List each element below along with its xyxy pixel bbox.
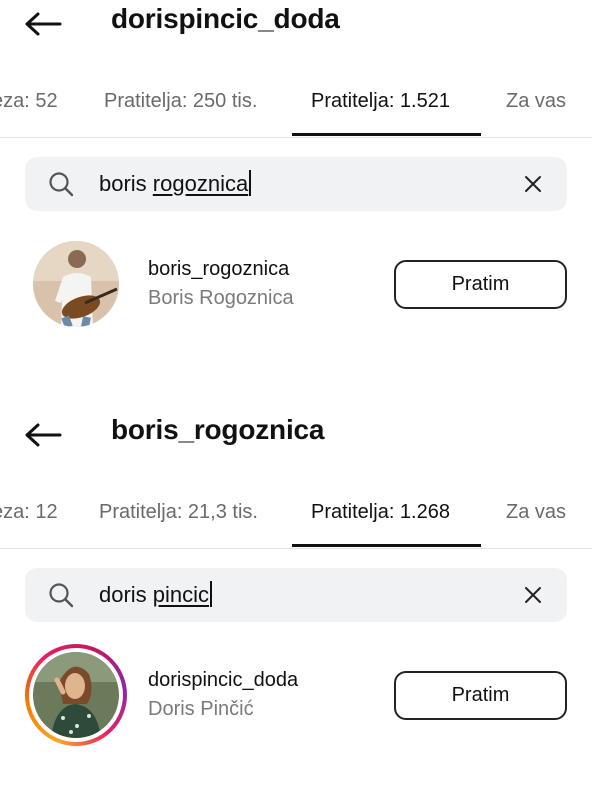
tab-following[interactable]: eza: 52 — [0, 90, 58, 113]
list-item[interactable]: dorispincic_doda Doris Pinčić Pratim — [0, 644, 592, 749]
search-value: doris pincic — [99, 581, 212, 608]
full-name: Boris Rogoznica — [148, 287, 294, 309]
text-cursor — [249, 170, 251, 196]
avatar — [33, 652, 119, 738]
close-icon[interactable] — [521, 172, 545, 196]
search-input[interactable]: doris pincic — [25, 568, 567, 622]
active-tab-indicator — [292, 133, 481, 136]
tab-for-you[interactable]: Za vas — [506, 501, 566, 524]
username: boris_rogoznica — [148, 258, 290, 280]
active-tab-indicator — [292, 544, 481, 547]
tab-following[interactable]: eza: 12 — [0, 501, 58, 524]
following-button[interactable]: Pratim — [394, 671, 567, 720]
search-icon — [49, 172, 74, 197]
screenshot-panel-2: boris_rogoznica eza: 12 Pratitelja: 21,3… — [0, 411, 592, 789]
tab-followers[interactable]: Pratitelja: 21,3 tis. — [99, 501, 258, 524]
tab-for-you[interactable]: Za vas — [506, 90, 566, 113]
header: boris_rogoznica — [0, 411, 592, 459]
search-value: boris rogoznica — [99, 170, 251, 197]
username: dorispincic_doda — [148, 669, 299, 691]
close-icon[interactable] — [521, 583, 545, 607]
search-text-underlined: pincic — [152, 582, 210, 607]
search-text-prefix: boris — [99, 171, 153, 196]
tab-mutual-followers[interactable]: Pratitelja: 1.268 — [311, 501, 450, 524]
back-button[interactable] — [22, 415, 64, 455]
avatar-ring-gap — [29, 648, 123, 742]
search-text-prefix: doris — [99, 582, 153, 607]
tab-mutual-followers[interactable]: Pratitelja: 1.521 — [311, 90, 450, 113]
header: dorispincic_doda — [0, 0, 592, 48]
tab-bar: eza: 12 Pratitelja: 21,3 tis. Pratitelja… — [0, 479, 592, 549]
list-item[interactable]: boris_rogoznica Boris Rogoznica Pratim — [0, 238, 592, 338]
back-button[interactable] — [22, 4, 64, 44]
search-text-underlined: rogoznica — [152, 171, 249, 196]
avatar-story-ring[interactable] — [25, 644, 127, 746]
page-title: boris_rogoznica — [111, 414, 325, 445]
arrow-left-icon — [25, 12, 62, 36]
tab-bar: eza: 52 Pratitelja: 250 tis. Pratitelja:… — [0, 68, 592, 138]
page-title: dorispincic_doda — [111, 3, 340, 34]
tab-followers[interactable]: Pratitelja: 250 tis. — [104, 90, 257, 113]
screenshot-panel-1: dorispincic_doda eza: 52 Pratitelja: 250… — [0, 0, 592, 394]
search-input[interactable]: boris rogoznica — [25, 157, 567, 211]
avatar[interactable] — [33, 241, 119, 327]
following-button[interactable]: Pratim — [394, 260, 567, 309]
full-name: Doris Pinčić — [148, 698, 254, 720]
text-cursor — [210, 581, 212, 607]
search-icon — [49, 583, 74, 608]
arrow-left-icon — [25, 423, 62, 447]
